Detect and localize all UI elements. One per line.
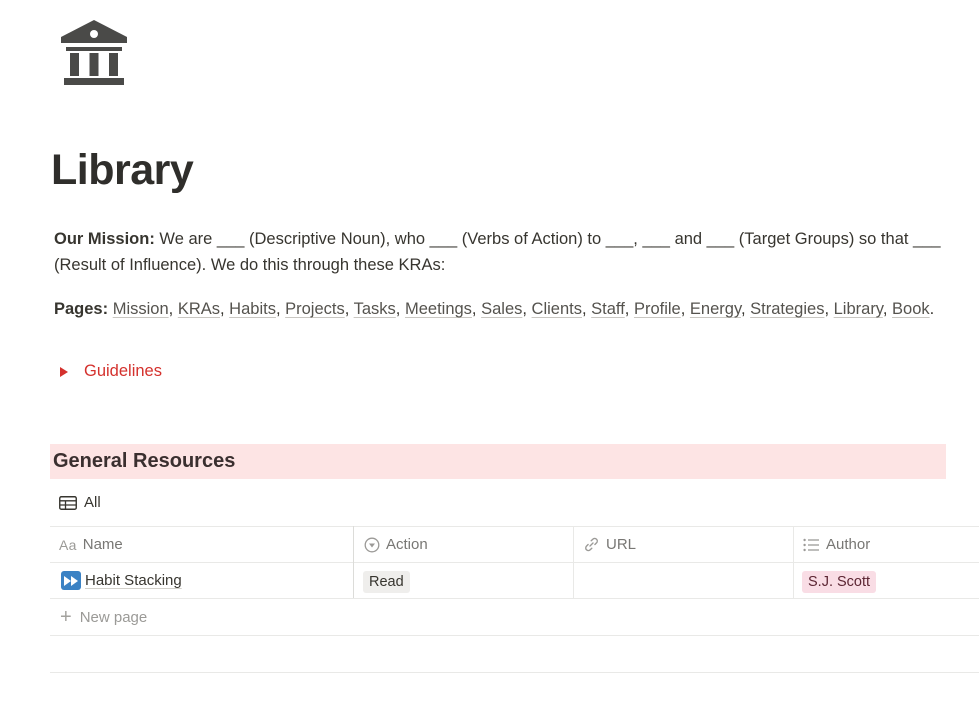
page-title[interactable]: Library: [51, 146, 194, 195]
link-separator: ,: [344, 300, 354, 318]
view-tab-all[interactable]: All: [59, 494, 101, 511]
link-separator: ,: [275, 300, 286, 318]
page-link-sales[interactable]: Sales: [481, 300, 522, 318]
header-bottom-border: [50, 562, 979, 563]
table-icon: [59, 495, 77, 510]
page-link-kras[interactable]: KRAs: [178, 300, 220, 318]
column-header-label: Action: [386, 536, 428, 553]
column-header-label: Author: [826, 536, 871, 553]
mission-statement: Our Mission: We are ___ (Descriptive Nou…: [54, 226, 954, 278]
column-header-name[interactable]: Aa Name: [59, 536, 123, 553]
link-icon: [585, 537, 598, 552]
link-separator: ,: [581, 300, 592, 318]
link-separator: .: [929, 300, 935, 318]
view-tab-label: All: [84, 494, 101, 511]
column-divider-url[interactable]: [793, 526, 794, 598]
column-header-label: Name: [82, 536, 123, 553]
page-link-tasks[interactable]: Tasks: [354, 300, 396, 318]
guidelines-toggle[interactable]: Guidelines: [54, 362, 162, 381]
page-link-mission[interactable]: Mission: [113, 300, 169, 318]
select-icon: [364, 537, 380, 552]
mission-text: We are ___ (Descriptive Noun), who ___ (…: [54, 230, 941, 274]
page-link-clients[interactable]: Clients: [532, 300, 582, 318]
page-link-book[interactable]: Book: [892, 300, 930, 318]
author-tag[interactable]: S.J. Scott: [802, 571, 877, 593]
newpage-bottom-border: [50, 635, 979, 636]
page-link-projects[interactable]: Projects: [285, 300, 345, 318]
link-separator: ,: [168, 300, 178, 318]
link-separator: ,: [522, 300, 532, 318]
page-link-habits[interactable]: Habits: [229, 300, 276, 318]
column-header-author[interactable]: Author: [803, 536, 870, 553]
pages-label: Pages:: [54, 300, 109, 318]
column-header-url[interactable]: URL: [583, 536, 636, 553]
plus-icon: +: [60, 606, 72, 628]
column-header-label: URL: [606, 536, 637, 553]
link-separator: ,: [395, 300, 405, 318]
link-separator: ,: [824, 300, 834, 318]
table-row-name-cell[interactable]: Habit Stacking: [61, 571, 182, 590]
section-heading[interactable]: General Resources: [53, 450, 235, 473]
link-separator: ,: [624, 300, 634, 318]
pages-nav: Pages: Mission, KRAs, Habits, Projects, …: [54, 296, 954, 322]
page-link-strategies[interactable]: Strategies: [750, 300, 824, 318]
toggle-triangle-icon[interactable]: [60, 366, 68, 377]
link-separator: ,: [220, 300, 230, 318]
new-page-label: New page: [79, 608, 148, 626]
link-separator: ,: [680, 300, 690, 318]
mission-label: Our Mission:: [54, 230, 155, 248]
link-separator: ,: [471, 300, 482, 318]
column-divider-action[interactable]: [573, 526, 574, 598]
page-link-profile[interactable]: Profile: [634, 300, 681, 318]
table-top-border: [50, 526, 979, 527]
new-page-button[interactable]: + New page: [60, 607, 147, 627]
text-property-icon: Aa: [59, 536, 77, 553]
bank-building-icon[interactable]: [61, 20, 127, 86]
row-bottom-border: [50, 598, 979, 599]
toggle-label: Guidelines: [84, 362, 162, 380]
link-separator: ,: [740, 300, 751, 318]
table-footer-border: [50, 672, 979, 673]
column-header-action[interactable]: Action: [364, 536, 428, 553]
row-name-text[interactable]: Habit Stacking: [85, 572, 182, 589]
page-link-energy[interactable]: Energy: [690, 300, 741, 318]
page-link-meetings[interactable]: Meetings: [405, 300, 472, 318]
link-separator: ,: [882, 300, 893, 318]
page-link-staff[interactable]: Staff: [591, 300, 625, 318]
multi-select-icon: [803, 538, 819, 551]
column-divider-name[interactable]: [353, 526, 354, 598]
action-tag[interactable]: Read: [363, 571, 410, 593]
pages-links: Mission, KRAs, Habits, Projects, Tasks, …: [113, 300, 935, 318]
page-link-library[interactable]: Library: [834, 300, 883, 318]
fast-forward-icon: [61, 571, 81, 590]
